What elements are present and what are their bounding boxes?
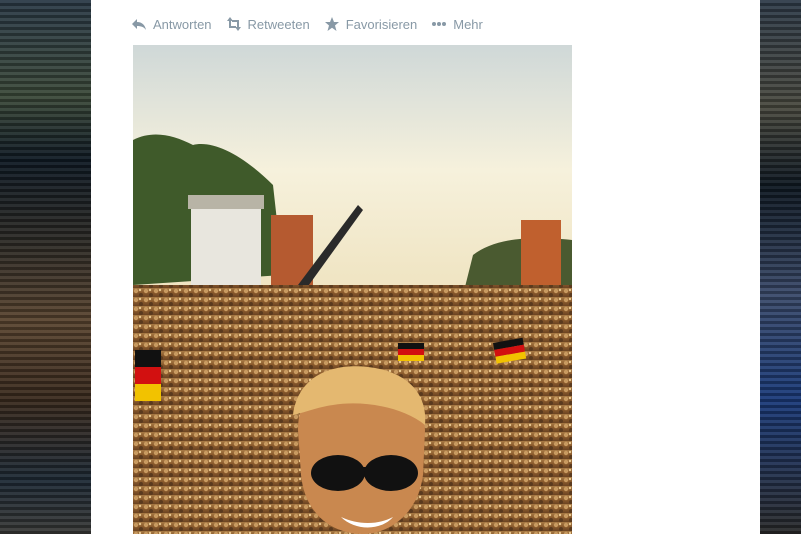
- blurred-background-left: [0, 0, 91, 534]
- blurred-background-right: [760, 0, 801, 534]
- more-icon: [431, 16, 447, 32]
- retweet-icon: [226, 16, 242, 32]
- reply-button[interactable]: Antworten: [131, 16, 212, 32]
- retweet-label: Retweeten: [247, 16, 310, 32]
- favorite-label: Favorisieren: [345, 16, 418, 32]
- favorite-button[interactable]: Favorisieren: [324, 16, 418, 32]
- reply-icon: [131, 16, 147, 32]
- flag-mid: [398, 343, 424, 361]
- tweet-card: Antworten Retweeten Favorisieren Mehr: [91, 0, 760, 534]
- more-button[interactable]: Mehr: [431, 16, 483, 32]
- stage-roof: [188, 195, 264, 209]
- star-icon: [324, 16, 340, 32]
- more-label: Mehr: [453, 16, 483, 32]
- tweet-action-bar: Antworten Retweeten Favorisieren Mehr: [131, 14, 487, 34]
- retweet-button[interactable]: Retweeten: [226, 16, 310, 32]
- tweet-photo-selfie-crowd[interactable]: [133, 45, 572, 534]
- reply-label: Antworten: [153, 16, 212, 32]
- selfie-person: [293, 366, 426, 534]
- flag-left: [135, 350, 161, 401]
